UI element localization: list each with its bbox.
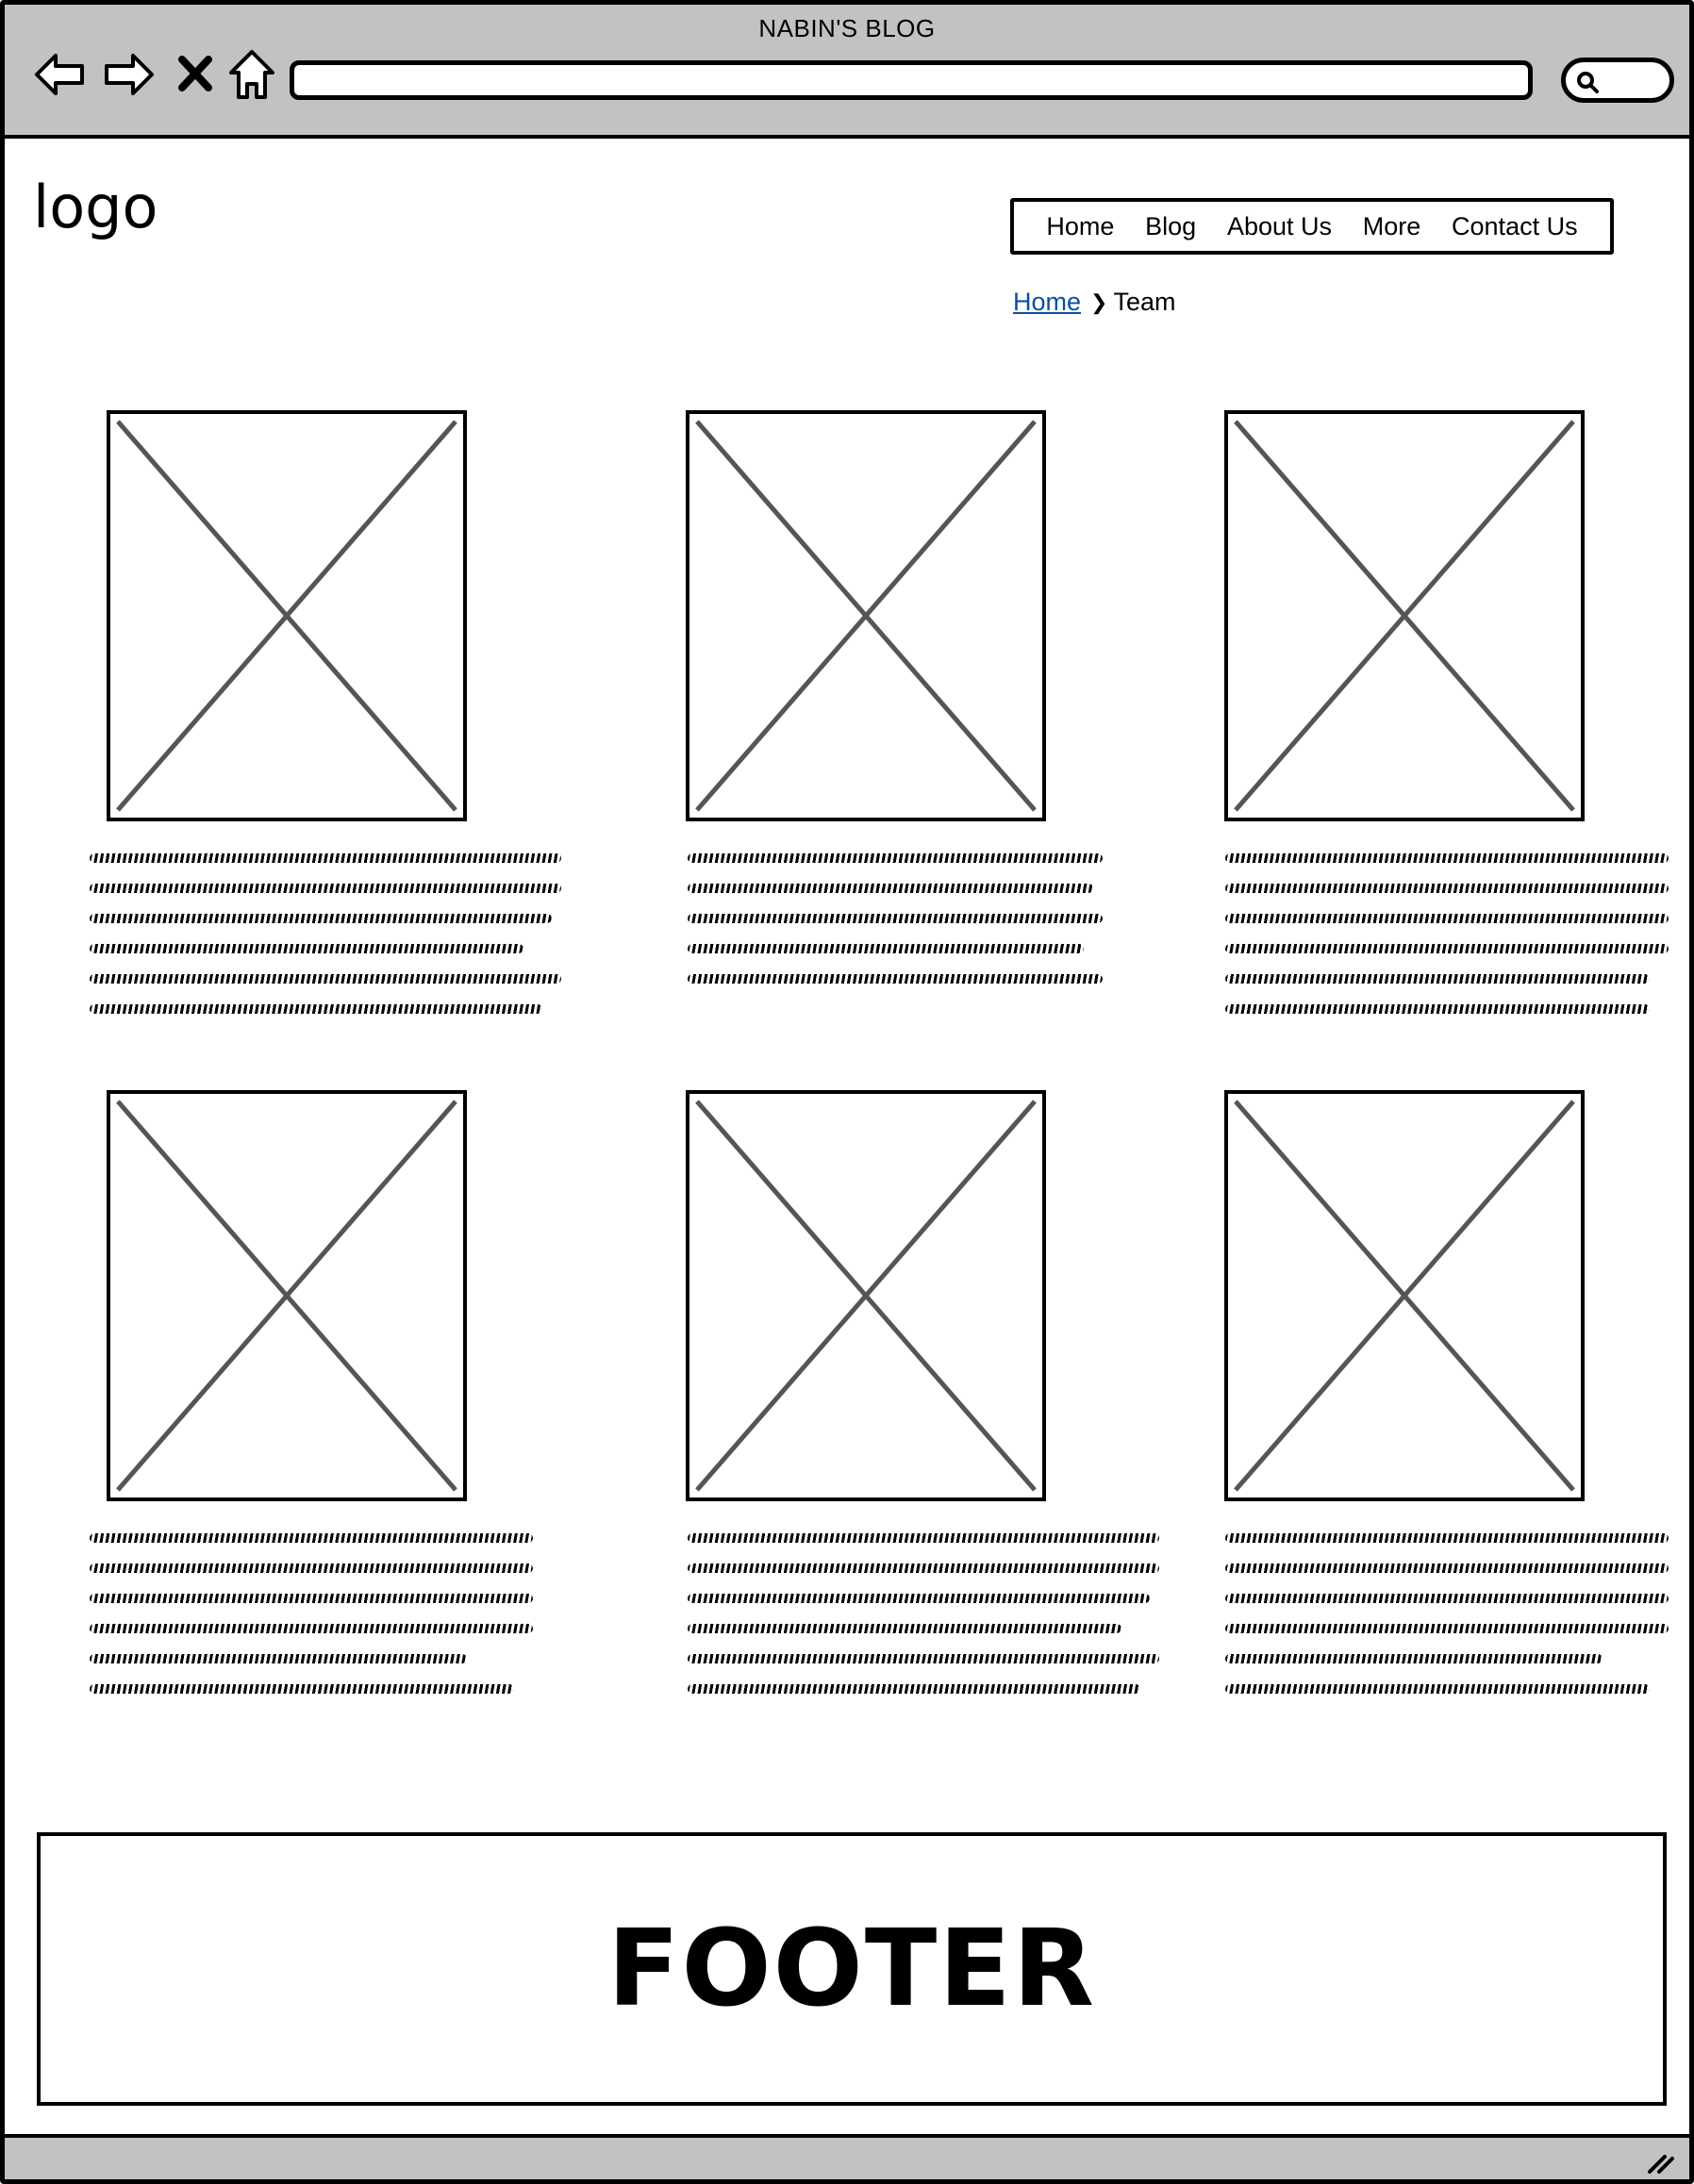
text-line-placeholder <box>688 1684 1140 1694</box>
card-text <box>90 1533 533 1714</box>
text-line-placeholder <box>1225 1564 1669 1573</box>
text-line-placeholder <box>1225 944 1669 953</box>
back-arrow-icon[interactable] <box>31 46 88 103</box>
footer: FOOTER <box>37 1832 1667 2106</box>
text-line-placeholder <box>688 914 1103 923</box>
text-line-placeholder <box>90 1533 533 1543</box>
close-icon[interactable] <box>171 46 220 103</box>
window-title: NABIN'S BLOG <box>758 14 936 42</box>
resize-grip-icon[interactable] <box>1644 2147 1676 2176</box>
text-line-placeholder <box>688 974 1103 984</box>
image-placeholder <box>686 1090 1046 1501</box>
text-line-placeholder <box>90 944 523 953</box>
text-line-placeholder <box>688 884 1093 893</box>
breadcrumb-home-link[interactable]: Home <box>1013 288 1081 317</box>
image-placeholder <box>107 410 467 821</box>
text-line-placeholder <box>1225 914 1669 923</box>
image-placeholder <box>686 410 1046 821</box>
status-bar <box>5 2134 1689 2179</box>
text-line-placeholder <box>688 1624 1121 1633</box>
text-line-placeholder <box>90 1564 533 1573</box>
main-navigation: Home Blog About Us More Contact Us <box>1010 198 1614 255</box>
text-line-placeholder <box>1225 884 1669 893</box>
site-logo[interactable]: logo <box>33 173 158 241</box>
text-line-placeholder <box>688 853 1103 863</box>
text-line-placeholder <box>90 853 561 863</box>
image-placeholder <box>1224 1090 1585 1501</box>
card-text <box>1225 853 1669 1034</box>
nav-item-blog[interactable]: Blog <box>1145 212 1196 241</box>
image-placeholder <box>107 1090 467 1501</box>
nav-item-contact-us[interactable]: Contact Us <box>1452 212 1578 241</box>
forward-arrow-icon[interactable] <box>101 46 158 103</box>
text-line-placeholder <box>688 944 1084 953</box>
text-line-placeholder <box>90 1004 542 1014</box>
nav-item-about-us[interactable]: About Us <box>1227 212 1332 241</box>
text-line-placeholder <box>1225 1594 1669 1603</box>
nav-item-home[interactable]: Home <box>1046 212 1114 241</box>
text-line-placeholder <box>1225 974 1650 984</box>
chevron-right-icon: ❯ <box>1090 290 1108 314</box>
text-line-placeholder <box>90 974 561 984</box>
text-line-placeholder <box>1225 1654 1603 1663</box>
text-line-placeholder <box>1225 853 1669 863</box>
nav-item-more[interactable]: More <box>1363 212 1421 241</box>
browser-toolbar: NABIN'S BLOG <box>5 5 1689 139</box>
text-line-placeholder <box>688 1564 1159 1573</box>
search-icon <box>1577 72 1599 93</box>
text-line-placeholder <box>90 1684 514 1694</box>
footer-label: FOOTER <box>606 1908 1097 2030</box>
card-text <box>90 853 561 1034</box>
browser-window: NABIN'S BLOG logo Home Blog About Us Mor… <box>0 0 1694 2184</box>
text-line-placeholder <box>1225 1533 1669 1543</box>
home-icon[interactable] <box>224 46 280 103</box>
search-input[interactable] <box>1561 58 1674 103</box>
text-line-placeholder <box>90 1654 467 1663</box>
text-line-placeholder <box>688 1533 1159 1543</box>
text-line-placeholder <box>1225 1004 1650 1014</box>
breadcrumb-current: Team <box>1113 288 1176 316</box>
text-line-placeholder <box>688 1654 1159 1663</box>
text-line-placeholder <box>90 884 561 893</box>
text-line-placeholder <box>90 914 552 923</box>
text-line-placeholder <box>1225 1684 1650 1694</box>
address-bar[interactable] <box>290 60 1533 100</box>
card-text <box>1225 1533 1669 1714</box>
text-line-placeholder <box>90 1594 533 1603</box>
card-text <box>688 1533 1159 1714</box>
text-line-placeholder <box>1225 1624 1669 1633</box>
card-text <box>688 853 1103 1004</box>
text-line-placeholder <box>688 1594 1150 1603</box>
breadcrumb: Home ❯ Team <box>1013 288 1176 317</box>
image-placeholder <box>1224 410 1585 821</box>
text-line-placeholder <box>90 1624 533 1633</box>
